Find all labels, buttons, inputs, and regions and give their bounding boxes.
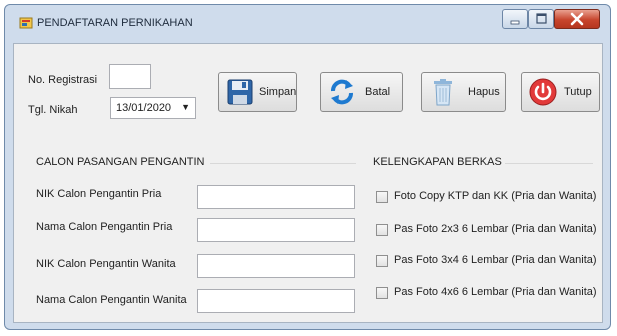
maximize-icon bbox=[536, 13, 547, 24]
simpan-button[interactable]: Simpan bbox=[218, 72, 297, 112]
no-registrasi-input[interactable] bbox=[109, 64, 151, 89]
minimize-button[interactable] bbox=[502, 9, 528, 29]
batal-button[interactable]: Batal bbox=[320, 72, 403, 112]
no-registrasi-label: No. Registrasi bbox=[28, 74, 98, 86]
berkas-item-label: Pas Foto 2x3 6 Lembar (Pria dan Wanita) bbox=[394, 223, 597, 235]
dropdown-arrow-icon[interactable]: ▼ bbox=[181, 102, 190, 112]
batal-label: Batal bbox=[365, 86, 391, 98]
simpan-label: Simpan bbox=[259, 86, 297, 98]
checkbox[interactable] bbox=[376, 255, 388, 267]
refresh-icon bbox=[331, 79, 353, 105]
checkbox[interactable] bbox=[376, 224, 388, 236]
close-button[interactable] bbox=[554, 9, 600, 29]
hapus-label: Hapus bbox=[468, 86, 500, 98]
nik-wanita-input[interactable] bbox=[197, 254, 355, 278]
berkas-section-title: KELENGKAPAN BERKAS bbox=[373, 156, 502, 168]
berkas-divider bbox=[505, 163, 593, 164]
app-icon bbox=[19, 17, 33, 29]
hapus-button[interactable]: Hapus bbox=[421, 72, 506, 112]
berkas-item-label: Foto Copy KTP dan KK (Pria dan Wanita) bbox=[394, 190, 597, 202]
close-icon bbox=[570, 12, 584, 26]
window-title: PENDAFTARAN PERNIKAHAN bbox=[37, 17, 193, 29]
minimize-icon bbox=[510, 20, 520, 25]
nama-wanita-input[interactable] bbox=[197, 289, 355, 313]
form-window: PENDAFTARAN PERNIKAHAN No. Registrasi Tg… bbox=[4, 4, 611, 330]
nama-pria-label: Nama Calon Pengantin Pria bbox=[36, 221, 173, 233]
nama-wanita-label: Nama Calon Pengantin Wanita bbox=[36, 294, 187, 306]
maximize-button[interactable] bbox=[528, 9, 554, 29]
tutup-button[interactable]: Tutup bbox=[521, 72, 600, 112]
nik-pria-input[interactable] bbox=[197, 185, 355, 209]
berkas-item-label: Pas Foto 3x4 6 Lembar (Pria dan Wanita) bbox=[394, 254, 597, 266]
title-bar[interactable]: PENDAFTARAN PERNIKAHAN bbox=[5, 5, 610, 39]
berkas-item-label: Pas Foto 4x6 6 Lembar (Pria dan Wanita) bbox=[394, 286, 597, 298]
form-client-area: No. Registrasi Tgl. Nikah 13/01/2020 ▼ S… bbox=[13, 43, 603, 323]
nik-wanita-label: NIK Calon Pengantin Wanita bbox=[36, 258, 176, 270]
trash-icon bbox=[434, 79, 452, 106]
tgl-nikah-value: 13/01/2020 bbox=[116, 102, 172, 114]
power-icon bbox=[529, 78, 557, 106]
nama-pria-input[interactable] bbox=[197, 218, 355, 242]
calon-section-title: CALON PASANGAN PENGANTIN bbox=[36, 156, 205, 168]
tgl-nikah-datepicker[interactable]: 13/01/2020 ▼ bbox=[110, 97, 196, 119]
checkbox[interactable] bbox=[376, 191, 388, 203]
calon-divider bbox=[210, 163, 356, 164]
tutup-label: Tutup bbox=[564, 86, 592, 98]
tgl-nikah-label: Tgl. Nikah bbox=[28, 104, 78, 116]
checkbox[interactable] bbox=[376, 287, 388, 299]
nik-pria-label: NIK Calon Pengantin Pria bbox=[36, 188, 162, 200]
save-icon bbox=[227, 79, 253, 105]
